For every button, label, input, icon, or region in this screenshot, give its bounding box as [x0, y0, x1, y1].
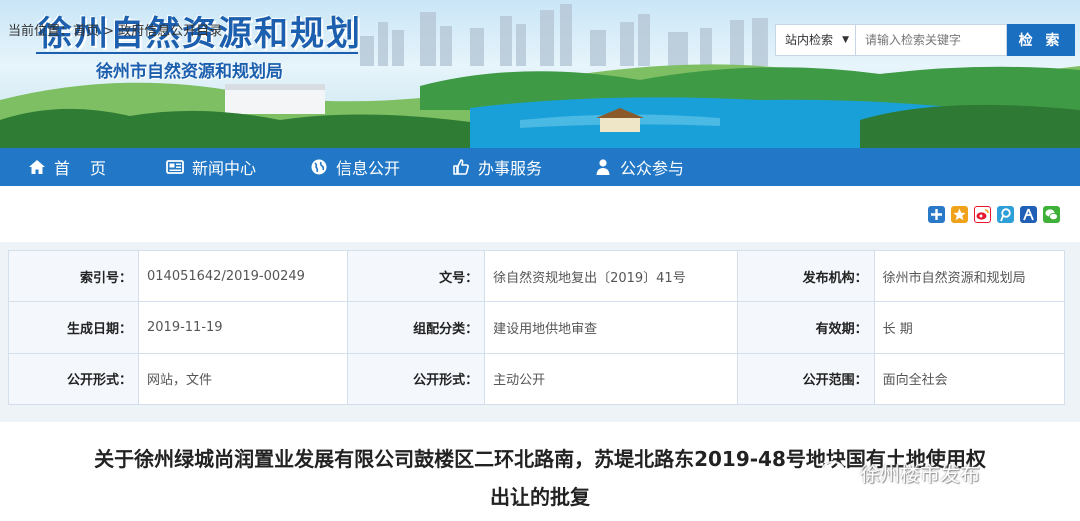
meta-key-index-number: 索引号：	[8, 249, 139, 303]
caret-down-icon: ▼	[842, 35, 849, 45]
meta-value-validity: 长 期	[873, 301, 1066, 354]
nav-item-label: 办事服务	[478, 159, 543, 178]
meta-value-created-date: 2019-11-19	[137, 301, 349, 354]
meta-key-disclosure-form: 公开形式：	[8, 352, 139, 406]
document-metadata-table: 索引号： 014051642/2019-00249 文号： 徐自然资规地复出〔2…	[8, 249, 1066, 406]
meta-key-validity: 有效期：	[736, 301, 875, 354]
search-scope-select[interactable]: 站内检索 ▼	[775, 24, 855, 56]
meta-key-created-date: 生成日期：	[8, 301, 139, 354]
breadcrumb-row	[0, 186, 1080, 242]
meta-value-category: 建设用地供地审查	[484, 301, 738, 354]
nav-item-services[interactable]: 办事服务	[452, 148, 542, 186]
watermark: 徐州楼市发布	[820, 458, 980, 487]
weibo-icon[interactable]	[974, 206, 991, 223]
nav-item-info-disclosure[interactable]: 信息公开	[310, 148, 400, 186]
meta-value-document-number: 徐自然资规地复出〔2019〕41号	[484, 249, 738, 303]
nav-item-label: 信息公开	[336, 159, 401, 178]
wechat-icon[interactable]	[1043, 206, 1060, 223]
search-scope-label: 站内检索	[785, 33, 834, 47]
main-nav: 首页 新闻中心 信息公开 办事服务 公众参与	[0, 148, 1080, 186]
meta-key-category: 组配分类：	[347, 301, 486, 354]
meta-key-document-number: 文号：	[347, 249, 486, 303]
tencent-weibo-icon[interactable]	[997, 206, 1014, 223]
wechat-watermark-icon	[821, 460, 852, 484]
nav-item-label: 公众参与	[620, 159, 685, 178]
globe-icon	[311, 159, 327, 175]
renren-icon[interactable]	[1020, 206, 1037, 223]
share-toolbar	[928, 206, 1060, 223]
breadcrumb-link-catalog[interactable]: 政府信息公开目录	[118, 24, 222, 39]
meta-key-disclosure-mode: 公开形式：	[347, 352, 486, 406]
search-input[interactable]	[855, 24, 1007, 56]
nav-item-label: 新闻中心	[192, 159, 257, 178]
nav-item-home[interactable]: 首页	[28, 148, 126, 186]
breadcrumb: 当前位置：首页 > 政府信息公开目录	[8, 20, 222, 39]
meta-value-disclosure-form: 网站，文件	[137, 352, 349, 406]
watermark-text: 徐州楼市发布	[860, 462, 980, 486]
table-row: 公开形式： 网站，文件 公开形式： 主动公开 公开范围： 面向全社会	[8, 352, 1066, 406]
search-button[interactable]: 检 索	[1007, 24, 1075, 56]
meta-value-publisher: 徐州市自然资源和规划局	[873, 249, 1066, 303]
thumbs-up-icon	[453, 159, 469, 175]
site-search: 站内检索 ▼ 检 索	[775, 24, 1075, 56]
meta-value-index-number: 014051642/2019-00249	[137, 249, 349, 303]
home-icon	[29, 160, 45, 174]
breadcrumb-link-home[interactable]: 首页	[73, 24, 99, 39]
table-row: 生成日期： 2019-11-19 组配分类： 建设用地供地审查 有效期： 长 期	[8, 301, 1066, 354]
table-row: 索引号： 014051642/2019-00249 文号： 徐自然资规地复出〔2…	[8, 249, 1066, 303]
breadcrumb-separator: >	[99, 24, 119, 39]
qzone-star-icon[interactable]	[951, 206, 968, 223]
meta-key-disclosure-scope: 公开范围：	[736, 352, 875, 406]
meta-value-disclosure-scope: 面向全社会	[873, 352, 1066, 406]
nav-item-label: 首页	[54, 159, 127, 178]
breadcrumb-prefix: 当前位置：	[8, 24, 74, 39]
document-metadata-panel: 索引号： 014051642/2019-00249 文号： 徐自然资规地复出〔2…	[0, 242, 1080, 412]
site-logo-subtitle: 徐州市自然资源和规划局	[96, 62, 283, 82]
meta-value-disclosure-mode: 主动公开	[484, 352, 738, 406]
user-icon	[596, 159, 610, 175]
newspaper-icon	[166, 160, 184, 174]
meta-key-publisher: 发布机构：	[736, 249, 875, 303]
plus-share-icon[interactable]	[928, 206, 945, 223]
nav-item-news[interactable]: 新闻中心	[166, 148, 256, 186]
logo-divider	[36, 52, 358, 54]
nav-item-public-participation[interactable]: 公众参与	[594, 148, 684, 186]
